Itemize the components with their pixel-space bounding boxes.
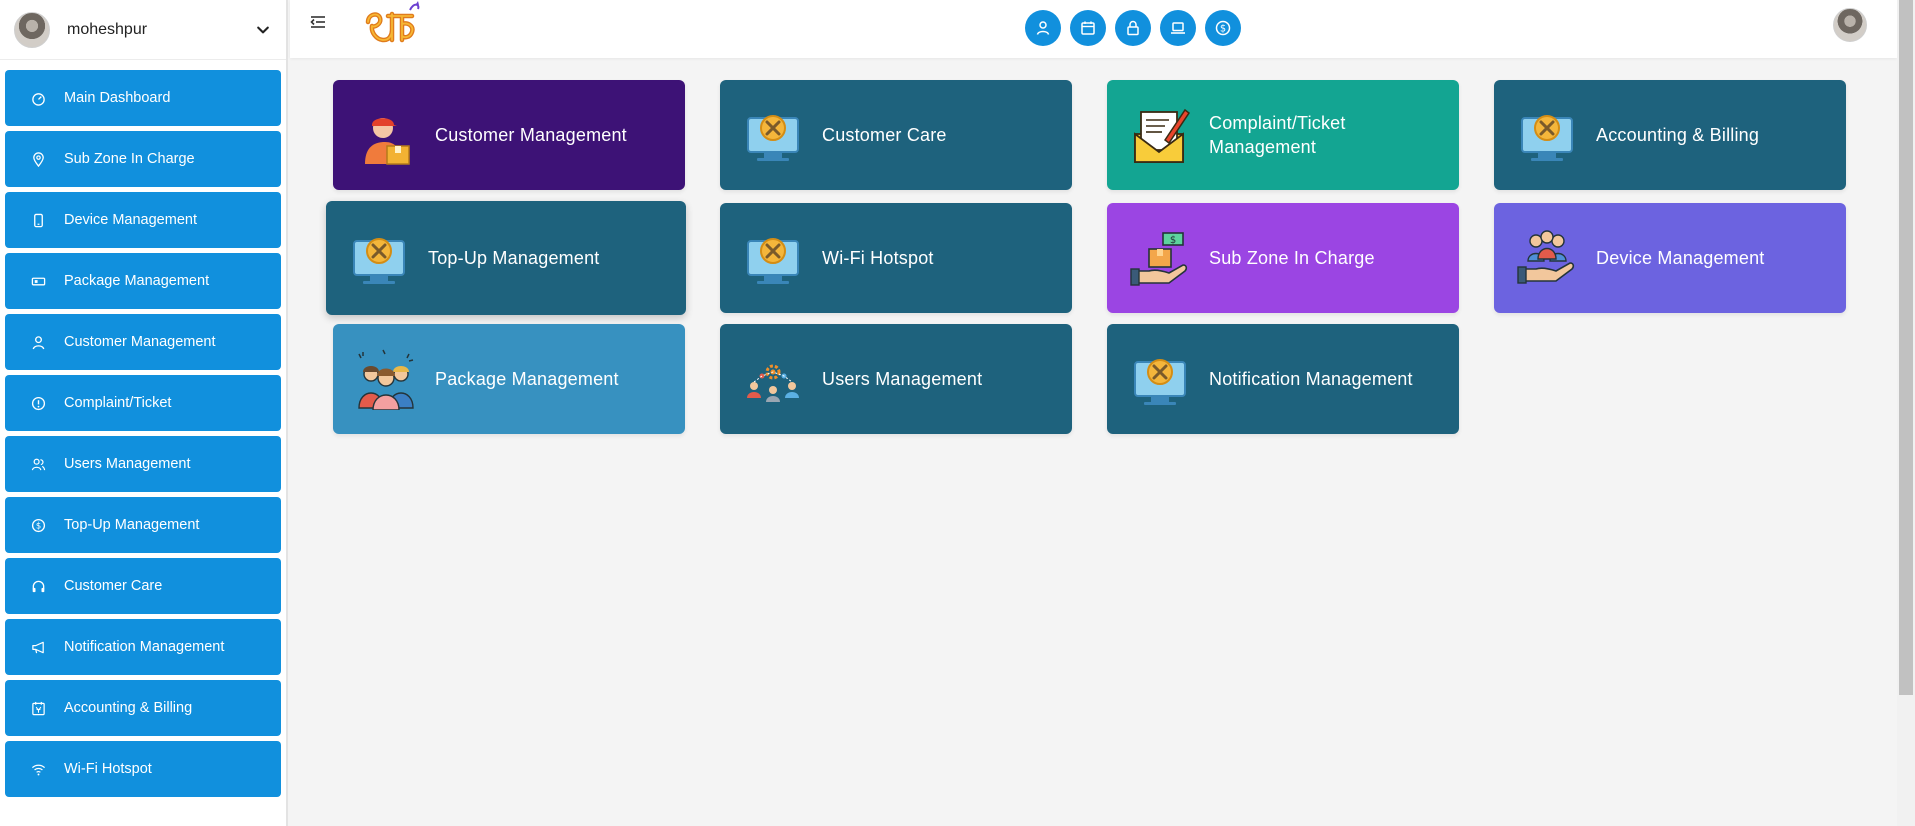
menu-collapse-icon[interactable] — [308, 12, 328, 32]
tile-label: Sub Zone In Charge — [1209, 247, 1375, 268]
sidebar-item-label: Customer Management — [64, 334, 216, 350]
delivery-person-icon — [365, 118, 410, 165]
quick-actions: $ — [1025, 10, 1241, 46]
sidebar-user-header[interactable]: moheshpur — [0, 0, 286, 60]
megaphone-icon — [30, 639, 46, 655]
monitor-tools-icon — [747, 115, 799, 161]
lock-icon — [1127, 20, 1139, 36]
tile-customer-care[interactable]: Customer Care — [720, 80, 1072, 190]
monitor-tools-icon — [353, 238, 405, 284]
tile-label: Customer Management — [435, 124, 627, 145]
monitor-tools-icon — [1134, 359, 1186, 405]
hand-box-dollar-icon: $ — [1130, 232, 1188, 286]
sidebar-menu: Main Dashboard Sub Zone In Charge Device… — [0, 60, 286, 797]
sidebar-item-label: Users Management — [64, 456, 191, 472]
monitor-tools-icon — [1521, 115, 1573, 161]
sidebar-item-users-management[interactable]: Users Management — [5, 436, 281, 492]
tile-label: Customer Care — [822, 124, 947, 145]
sidebar-item-label: Notification Management — [64, 639, 225, 655]
topbar: $ — [290, 0, 1897, 58]
laptop-icon — [1171, 22, 1185, 34]
sidebar-item-label: Accounting & Billing — [64, 700, 193, 716]
wifi-icon — [30, 761, 46, 777]
quick-calendar-button[interactable] — [1070, 10, 1106, 46]
brand-logo[interactable] — [362, 0, 424, 48]
dollar-circle-icon: $ — [30, 517, 46, 533]
tile-sub-zone-in-charge[interactable]: $ Sub Zone In Charge — [1107, 203, 1459, 313]
dashboard-icon — [30, 90, 46, 106]
tile-users-management[interactable]: Users Management — [720, 324, 1072, 434]
page-scrollbar[interactable] — [1897, 0, 1915, 826]
users-icon — [30, 456, 46, 472]
alert-circle-icon — [30, 395, 46, 411]
tile-device-management[interactable]: Device Management — [1494, 203, 1846, 313]
sidebar-item-device-management[interactable]: Device Management — [5, 192, 281, 248]
sidebar: moheshpur Main Dashboard Sub Zone In Cha… — [0, 0, 288, 826]
tile-label: Users Management — [822, 368, 983, 389]
tile-label: Package Management — [435, 368, 619, 389]
sidebar-item-label: Main Dashboard — [64, 90, 171, 106]
location-pin-icon — [30, 151, 46, 167]
quick-laptop-button[interactable] — [1160, 10, 1196, 46]
sidebar-item-accounting-billing[interactable]: Accounting & Billing — [5, 680, 281, 736]
sidebar-item-notification-management[interactable]: Notification Management — [5, 619, 281, 675]
sidebar-item-label: Device Management — [64, 212, 197, 228]
sidebar-item-customer-care[interactable]: Customer Care — [5, 558, 281, 614]
envelope-pencil-icon — [1134, 108, 1191, 163]
tile-customer-management[interactable]: Customer Management — [333, 80, 685, 190]
sidebar-item-label: Top-Up Management — [64, 517, 200, 533]
scrollbar-thumb[interactable] — [1899, 0, 1913, 695]
sidebar-item-label: Package Management — [64, 273, 210, 289]
dollar-icon: $ — [1215, 20, 1231, 36]
tile-label: Device Management — [1596, 247, 1765, 268]
network-users-icon — [747, 364, 799, 402]
sidebar-item-label: Customer Care — [64, 578, 163, 594]
user-name: moheshpur — [67, 20, 148, 38]
package-icon — [30, 273, 46, 289]
sidebar-item-complaint-ticket[interactable]: Complaint/Ticket — [5, 375, 281, 431]
quick-lock-button[interactable] — [1115, 10, 1151, 46]
quick-user-button[interactable] — [1025, 10, 1061, 46]
sidebar-item-package-management[interactable]: Package Management — [5, 253, 281, 309]
sidebar-item-top-up-management[interactable]: $ Top-Up Management — [5, 497, 281, 553]
tile-label: Wi-Fi Hotspot — [822, 247, 934, 268]
user-icon — [30, 334, 46, 350]
tile-label: Accounting & Billing — [1596, 124, 1760, 145]
sidebar-item-label: Sub Zone In Charge — [64, 151, 195, 167]
sidebar-item-wi-fi-hotspot[interactable]: Wi-Fi Hotspot — [5, 741, 281, 797]
sidebar-item-label: Complaint/Ticket — [64, 395, 172, 411]
user-avatar — [14, 11, 50, 48]
svg-text:$: $ — [35, 520, 40, 530]
chevron-down-icon[interactable] — [252, 19, 274, 41]
svg-text:$: $ — [1170, 235, 1176, 246]
billing-icon — [30, 700, 46, 716]
sidebar-item-main-dashboard[interactable]: Main Dashboard — [5, 70, 281, 126]
user-icon — [1036, 21, 1050, 35]
quick-billing-button[interactable]: $ — [1205, 10, 1241, 46]
headphones-icon — [30, 578, 46, 594]
tile-accounting-billing[interactable]: Accounting & Billing — [1494, 80, 1846, 190]
tile-complaint-ticket-management[interactable]: Complaint/Ticket Management — [1107, 80, 1459, 190]
tile-label: Complaint/Ticket Management — [1209, 112, 1346, 157]
tile-top-up-management[interactable]: Top-Up Management — [326, 201, 686, 315]
team-group-icon — [358, 349, 414, 410]
sidebar-item-customer-management[interactable]: Customer Management — [5, 314, 281, 370]
sidebar-item-sub-zone-in-charge[interactable]: Sub Zone In Charge — [5, 131, 281, 187]
calendar-icon — [1081, 21, 1095, 35]
tile-label: Top-Up Management — [428, 247, 600, 268]
profile-avatar[interactable] — [1833, 8, 1867, 42]
svg-text:$: $ — [1220, 23, 1226, 34]
tile-notification-management[interactable]: Notification Management — [1107, 324, 1459, 434]
hand-people-icon — [1517, 230, 1575, 284]
tile-label: Notification Management — [1209, 368, 1413, 389]
monitor-tools-icon — [747, 238, 799, 284]
sidebar-item-label: Wi-Fi Hotspot — [64, 761, 152, 777]
mobile-device-icon — [30, 212, 46, 228]
tile-package-management[interactable]: Package Management — [333, 324, 685, 434]
tile-wi-fi-hotspot[interactable]: Wi-Fi Hotspot — [720, 203, 1072, 313]
